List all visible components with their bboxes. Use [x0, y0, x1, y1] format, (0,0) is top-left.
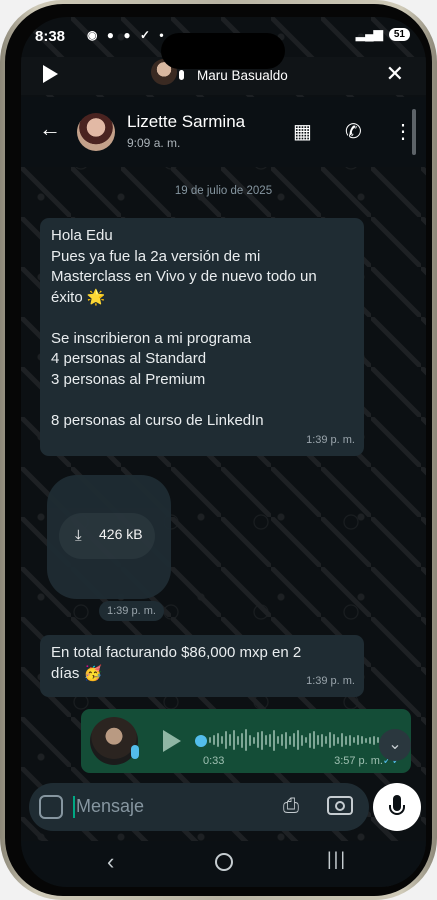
- waveform-bar: [285, 731, 287, 749]
- waveform-bar: [289, 735, 291, 745]
- phone-frame: 8:38 ◉ ● ● ✓ • ▂▄▆ 51 Maru Basualdo ✕ ← …: [0, 0, 437, 900]
- voice-message-outgoing[interactable]: 0:33 3:57 p. m. ✓✓: [81, 709, 411, 773]
- waveform-bar: [281, 734, 283, 746]
- attachment-time: 1:39 p. m.: [99, 601, 164, 621]
- message-bubble-incoming[interactable]: Hola Edu Pues ya fue la 2a versión de mi…: [40, 218, 364, 456]
- waveform-bar: [305, 737, 307, 743]
- camera-icon[interactable]: [327, 796, 353, 815]
- store-icon[interactable]: ▦: [293, 119, 312, 144]
- system-nav-bar: ‹ |||: [21, 841, 426, 887]
- waveform-bar: [349, 734, 351, 746]
- waveform-bar: [253, 736, 255, 744]
- waveform-bar: [221, 736, 223, 744]
- waveform-bar: [353, 737, 355, 743]
- waveform-bar: [341, 733, 343, 747]
- dynamic-island: [161, 33, 285, 69]
- document-attachment[interactable]: ⤓ 426 kB: [47, 475, 171, 599]
- waveform-bar: [317, 735, 319, 745]
- message-bubble-incoming[interactable]: En total facturando $86,000 mxp en 2 día…: [40, 635, 364, 697]
- waveform-bar: [261, 730, 263, 750]
- chat-header: ← Lizette Sarmina 9:09 a. m. ▦ ✆ ⋮: [21, 97, 426, 167]
- waveform-bar: [217, 733, 219, 747]
- battery-icon: 51: [388, 27, 410, 41]
- nav-home-icon[interactable]: [215, 853, 233, 871]
- waveform-bar: [337, 736, 339, 744]
- message-input[interactable]: Mensaje: [76, 796, 144, 817]
- contact-avatar[interactable]: [77, 113, 115, 151]
- caller-name: Maru Basualdo: [197, 68, 288, 83]
- message-text: Hola Edu Pues ya fue la 2a versión de mi…: [51, 227, 317, 429]
- waveform-bar: [277, 736, 279, 744]
- scrollbar[interactable]: [412, 109, 416, 155]
- notification-icons: ◉ ● ● ✓ •: [87, 28, 167, 42]
- voice-record-button[interactable]: [373, 783, 421, 831]
- waveform-bar: [237, 735, 239, 745]
- message-text: En total facturando $86,000 mxp en 2 día…: [51, 644, 302, 682]
- waveform-bar: [245, 729, 247, 751]
- message-time: 1:39 p. m.: [306, 674, 355, 687]
- close-icon[interactable]: ✕: [386, 61, 404, 87]
- waveform-bar: [325, 736, 327, 744]
- waveform-bar: [361, 736, 363, 744]
- waveform-bar: [213, 735, 215, 745]
- play-icon[interactable]: [43, 65, 58, 83]
- sticker-icon[interactable]: [39, 795, 63, 819]
- back-arrow-icon[interactable]: ←: [39, 116, 61, 142]
- waveform-bar: [333, 734, 335, 746]
- waveform-bar: [357, 735, 359, 745]
- waveform[interactable]: [209, 727, 389, 753]
- text-caret: [73, 796, 75, 818]
- waveform-bar: [225, 731, 227, 749]
- status-time: 8:38: [35, 28, 66, 45]
- waveform-bar: [309, 732, 311, 748]
- add-call-icon[interactable]: ✆: [345, 119, 362, 144]
- screen: 8:38 ◉ ● ● ✓ • ▂▄▆ 51 Maru Basualdo ✕ ← …: [21, 17, 426, 887]
- message-time: 1:39 p. m.: [306, 433, 355, 446]
- more-icon[interactable]: ⋮: [393, 119, 413, 144]
- waveform-bar: [249, 734, 251, 746]
- play-icon[interactable]: [163, 730, 181, 752]
- date-chip: 19 de julio de 2025: [174, 185, 273, 197]
- file-size: 426 kB: [99, 526, 143, 542]
- scroll-down-button[interactable]: ⌄: [379, 729, 411, 761]
- mic-icon: [131, 745, 139, 759]
- waveform-bar: [293, 733, 295, 747]
- status-right: ▂▄▆ 51: [356, 27, 410, 41]
- playback-slider[interactable]: [195, 735, 207, 747]
- nav-recents-icon[interactable]: |||: [327, 849, 347, 870]
- phone-bezel: 8:38 ◉ ● ● ✓ • ▂▄▆ 51 Maru Basualdo ✕ ← …: [5, 4, 432, 896]
- waveform-bar: [209, 737, 211, 743]
- contact-name[interactable]: Lizette Sarmina: [127, 112, 245, 132]
- message-time: 3:57 p. m.: [334, 755, 383, 767]
- voice-duration: 0:33: [203, 755, 225, 767]
- waveform-bar: [241, 732, 243, 748]
- mic-icon: [179, 70, 184, 80]
- last-seen: 9:09 a. m.: [127, 136, 181, 150]
- attach-icon[interactable]: ⎙: [283, 795, 299, 818]
- signal-icon: ▂▄▆: [355, 27, 383, 41]
- waveform-bar: [273, 729, 275, 751]
- download-icon: ⤓: [75, 527, 82, 544]
- nav-back-icon[interactable]: ‹: [107, 849, 114, 875]
- waveform-bar: [345, 735, 347, 745]
- download-pill[interactable]: ⤓ 426 kB: [59, 513, 155, 559]
- waveform-bar: [229, 734, 231, 746]
- waveform-bar: [233, 730, 235, 750]
- message-composer[interactable]: Mensaje ⎙: [29, 783, 369, 831]
- waveform-bar: [297, 730, 299, 750]
- waveform-bar: [369, 736, 371, 744]
- waveform-bar: [321, 733, 323, 747]
- waveform-bar: [329, 732, 331, 748]
- waveform-bar: [269, 733, 271, 747]
- waveform-bar: [365, 737, 367, 743]
- waveform-bar: [373, 735, 375, 745]
- waveform-bar: [301, 734, 303, 746]
- waveform-bar: [265, 735, 267, 745]
- waveform-bar: [257, 732, 259, 748]
- sender-avatar: [90, 717, 138, 765]
- waveform-bar: [313, 731, 315, 749]
